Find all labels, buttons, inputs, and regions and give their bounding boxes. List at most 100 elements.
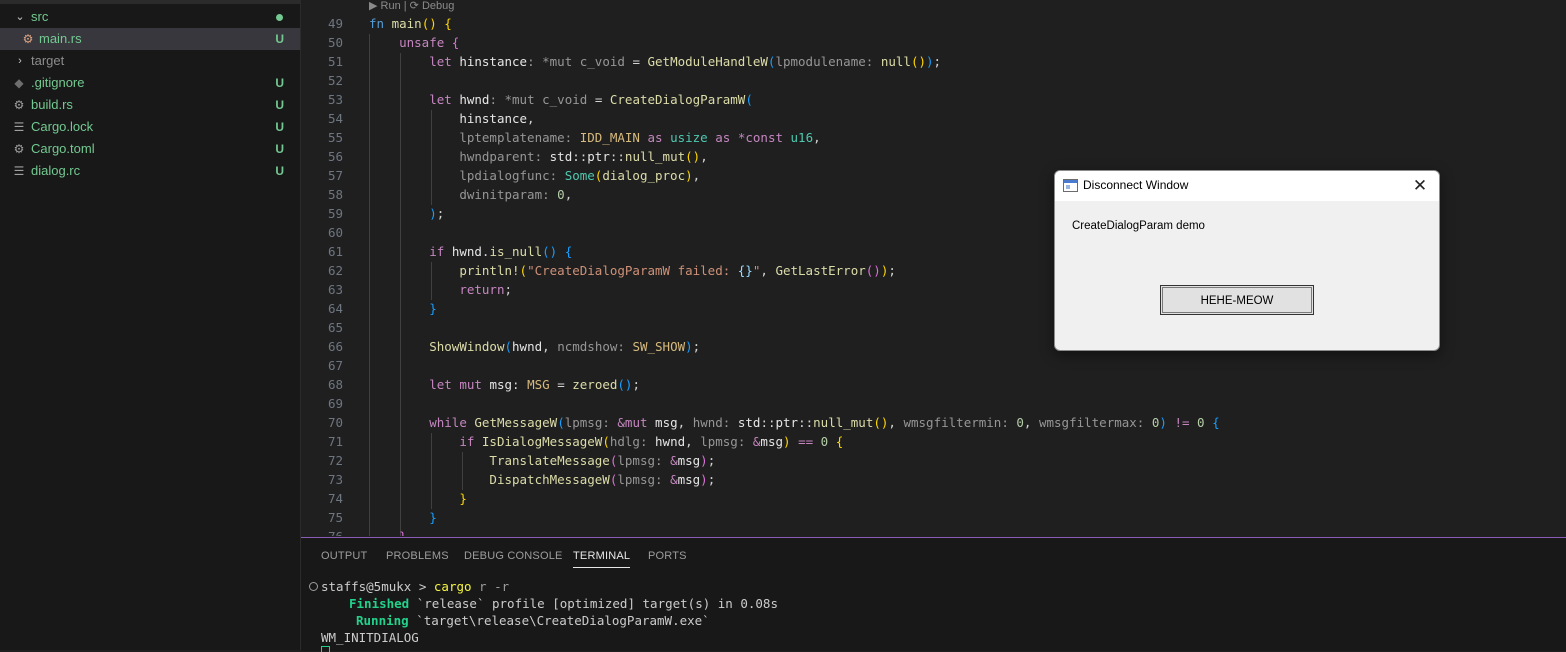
line-number: 65 bbox=[327, 320, 343, 335]
running-text: `target\release\CreateDialogParamW.exe` bbox=[408, 613, 710, 628]
tree-file-cargo-toml[interactable]: ⚙ Cargo.toml U bbox=[0, 138, 300, 160]
finished-text: `release` profile [optimized] target(s) … bbox=[409, 596, 778, 611]
code-text: if hwnd.is_null() { bbox=[429, 244, 573, 259]
line-number: 73 bbox=[327, 472, 343, 487]
code-line: 70 while GetMessageW(lpmsg: &mut msg, hw… bbox=[301, 413, 1566, 432]
line-number: 64 bbox=[327, 301, 343, 316]
code-text: fn main() { bbox=[369, 16, 452, 31]
git-status-badge: U bbox=[275, 32, 284, 46]
code-text: let hinstance: *mut c_void = GetModuleHa… bbox=[429, 54, 942, 69]
folder-label: src bbox=[31, 9, 49, 24]
code-text: hinstance, bbox=[459, 111, 535, 126]
terminal-prompt-line: staffs@5mukx > cargo r -r bbox=[321, 578, 509, 595]
code-line: 74 } bbox=[301, 489, 1566, 508]
line-number: 51 bbox=[327, 54, 343, 69]
git-status-badge: U bbox=[275, 164, 284, 178]
line-number: 59 bbox=[327, 206, 343, 221]
code-line: 73 DispatchMessageW(lpmsg: &msg); bbox=[301, 470, 1566, 489]
dialog-title: Disconnect Window bbox=[1083, 178, 1189, 192]
line-number: 53 bbox=[327, 92, 343, 107]
rust-file-icon: ⚙ bbox=[13, 98, 25, 112]
tree-file-main-rs[interactable]: ⚙ main.rs U bbox=[0, 28, 300, 50]
line-number: 76 bbox=[301, 527, 343, 536]
tab-debug-console[interactable]: DEBUG CONSOLE bbox=[464, 550, 563, 562]
code-text: let hwnd: *mut c_void = CreateDialogPara… bbox=[429, 92, 753, 107]
dialog-static-text: CreateDialogParam demo bbox=[1072, 220, 1205, 232]
running-label: Running bbox=[356, 613, 409, 628]
finished-label: Finished bbox=[349, 596, 410, 611]
tab-problems[interactable]: PROBLEMS bbox=[386, 550, 449, 562]
codelens-run-debug[interactable]: ▶ Run | ⟳ Debug bbox=[369, 0, 454, 12]
tree-file-build-rs[interactable]: ⚙ build.rs U bbox=[0, 94, 300, 116]
gear-icon: ⚙ bbox=[13, 142, 25, 156]
line-number: 58 bbox=[327, 187, 343, 202]
code-text: } bbox=[369, 527, 407, 536]
chevron-down-icon: ⌄ bbox=[15, 11, 25, 23]
code-text: ShowWindow(hwnd, ncmdshow: SW_SHOW); bbox=[429, 339, 701, 354]
code-line: 69 bbox=[301, 394, 1566, 413]
tree-file-gitignore[interactable]: ◆ .gitignore U bbox=[0, 72, 300, 94]
line-number: 49 bbox=[327, 16, 343, 31]
line-number: 71 bbox=[327, 434, 343, 449]
folder-label: target bbox=[31, 53, 65, 68]
dialog-title-bar[interactable]: Disconnect Window ✕ bbox=[1055, 171, 1439, 201]
code-text: TranslateMessage(lpmsg: &msg); bbox=[489, 453, 716, 468]
window-app-icon bbox=[1063, 179, 1078, 192]
code-line: 72 TranslateMessage(lpmsg: &msg); bbox=[301, 451, 1566, 470]
line-number: 57 bbox=[327, 168, 343, 183]
file-label: main.rs bbox=[39, 31, 82, 46]
terminal-running-line: Running `target\release\CreateDialogPara… bbox=[356, 612, 710, 629]
tree-file-cargo-lock[interactable]: ☰ Cargo.lock U bbox=[0, 116, 300, 138]
terminal-finished-line: Finished `release` profile [optimized] t… bbox=[349, 595, 778, 612]
code-line: 50 unsafe { bbox=[301, 33, 1566, 52]
code-line: 76 } bbox=[301, 527, 1566, 536]
hehe-meow-button[interactable]: HEHE-MEOW bbox=[1160, 285, 1314, 315]
tab-ports[interactable]: PORTS bbox=[648, 550, 687, 562]
code-line: 55 lptemplatename: IDD_MAIN as usize as … bbox=[301, 128, 1566, 147]
line-number: 54 bbox=[327, 111, 343, 126]
code-line: 56 hwndparent: std::ptr::null_mut(), bbox=[301, 147, 1566, 166]
code-text: hwndparent: std::ptr::null_mut(), bbox=[459, 149, 708, 164]
tab-terminal[interactable]: TERMINAL bbox=[573, 550, 631, 568]
file-label: build.rs bbox=[31, 97, 73, 112]
prompt-user: staffs@5mukx bbox=[321, 579, 412, 594]
code-text: dwinitparam: 0, bbox=[459, 187, 573, 202]
code-text: lpdialogfunc: Some(dialog_proc), bbox=[459, 168, 701, 183]
rust-file-icon: ⚙ bbox=[22, 32, 34, 46]
code-text: } bbox=[429, 301, 437, 316]
git-status-badge: U bbox=[275, 76, 284, 90]
close-icon[interactable]: ✕ bbox=[1407, 174, 1433, 198]
code-text: ); bbox=[429, 206, 445, 221]
terminal-command-args: r -r bbox=[471, 579, 510, 594]
tree-folder-target[interactable]: › target bbox=[0, 50, 300, 72]
tab-output[interactable]: OUTPUT bbox=[321, 550, 367, 562]
command-status-circle-icon bbox=[309, 582, 318, 591]
explorer-sidebar: ⌄ src ⚙ main.rs U › target ◆ .gitignore … bbox=[0, 0, 301, 650]
code-line: 54 hinstance, bbox=[301, 109, 1566, 128]
tree-folder-src[interactable]: ⌄ src bbox=[0, 6, 300, 28]
git-status-badge: U bbox=[275, 142, 284, 156]
code-line: 67 bbox=[301, 356, 1566, 375]
code-text: } bbox=[429, 510, 437, 525]
code-text: if IsDialogMessageW(hdlg: hwnd, lpmsg: &… bbox=[459, 434, 844, 449]
code-text: } bbox=[459, 491, 467, 506]
file-label: Cargo.lock bbox=[31, 119, 94, 134]
line-number: 74 bbox=[327, 491, 343, 506]
line-number: 61 bbox=[327, 244, 343, 259]
code-line: 52 bbox=[301, 71, 1566, 90]
git-status-dot bbox=[276, 14, 283, 21]
file-label: Cargo.toml bbox=[31, 141, 95, 156]
lock-file-icon: ☰ bbox=[13, 120, 25, 134]
line-number: 52 bbox=[327, 73, 343, 88]
line-number: 56 bbox=[327, 149, 343, 164]
code-text: while GetMessageW(lpmsg: &mut msg, hwnd:… bbox=[429, 415, 1220, 430]
git-status-badge: U bbox=[275, 120, 284, 134]
line-number: 63 bbox=[327, 282, 343, 297]
git-file-icon: ◆ bbox=[14, 76, 24, 90]
code-line: 51 let hinstance: *mut c_void = GetModul… bbox=[301, 52, 1566, 71]
line-number: 60 bbox=[327, 225, 343, 240]
bottom-panel: OUTPUT PROBLEMS DEBUG CONSOLE TERMINAL P… bbox=[301, 537, 1566, 652]
prompt-separator: > bbox=[411, 579, 434, 594]
tree-file-dialog-rc[interactable]: ☰ dialog.rc U bbox=[0, 160, 300, 182]
code-text: lptemplatename: IDD_MAIN as usize as *co… bbox=[459, 130, 821, 145]
